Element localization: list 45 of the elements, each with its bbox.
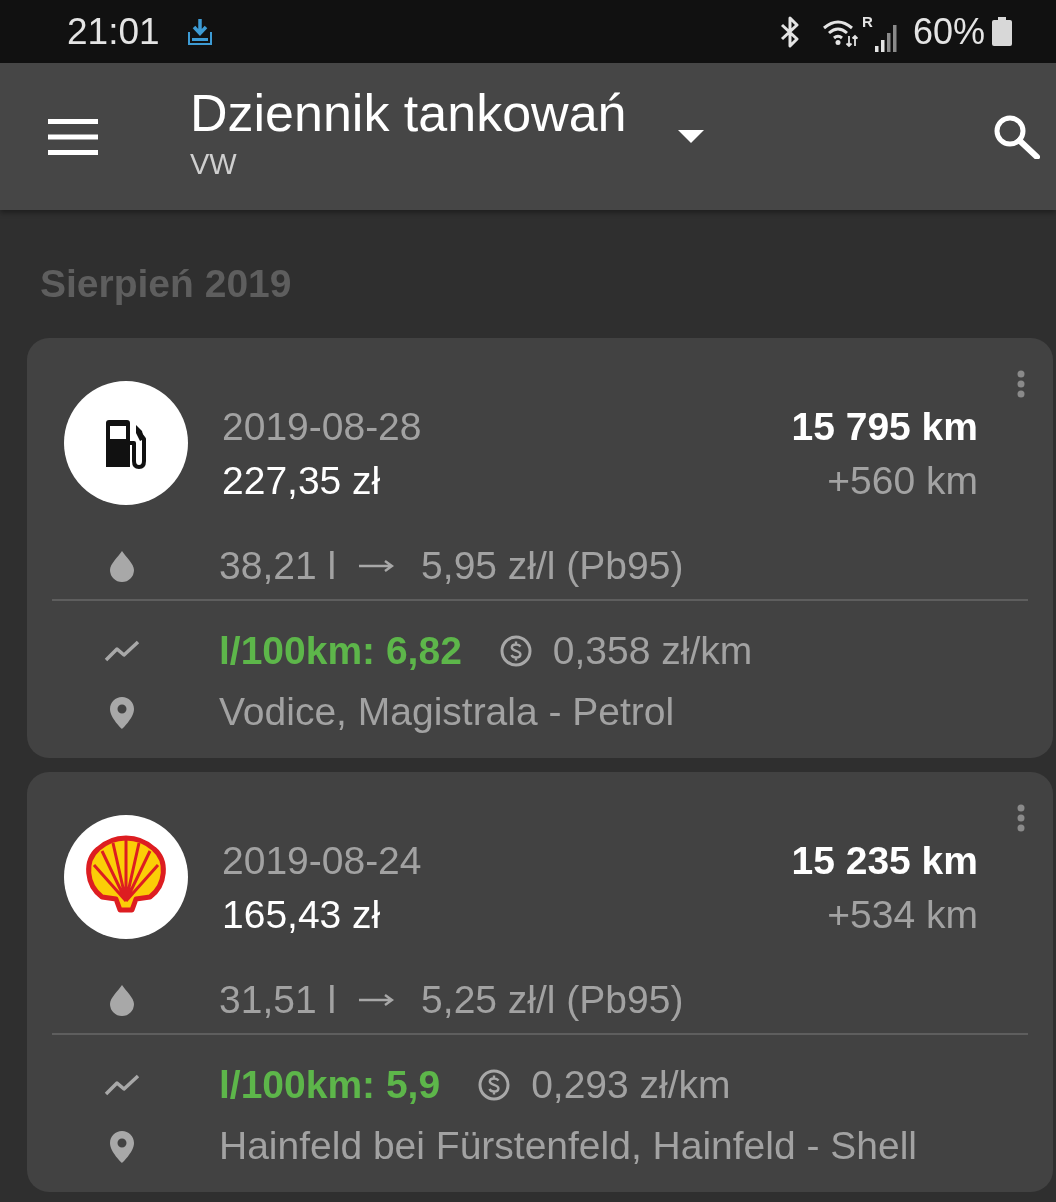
location-pin-icon [109, 1129, 135, 1163]
status-time: 21:01 [67, 11, 160, 52]
station-location: Hainfeld bei Fürstenfeld, Hainfeld - Shell [219, 1123, 918, 1169]
station-location: Vodice, Magistrala - Petrol [219, 689, 675, 735]
refuel-card[interactable]: 2019-08-24 165,43 zł 15 235 km +534 km 31,51 l 5,25 zł/l (Pb95) l/100km: 5,9 0,293 zł/km Hainfeld bei Fürstenfeld, Hainfeld - Shell [27, 772, 1053, 1192]
drop-icon [108, 550, 136, 582]
odometer-reading: 15 235 km [791, 838, 978, 884]
refuel-cost: 165,43 zł [222, 892, 381, 938]
dollar-coin-icon [499, 635, 532, 667]
distance-driven: +560 km [827, 458, 978, 504]
odometer-reading: 15 795 km [791, 404, 978, 450]
download-icon [186, 17, 213, 46]
dropdown-caret-icon[interactable] [678, 130, 705, 143]
fuel-pump-icon [64, 381, 188, 505]
refuel-card[interactable]: 2019-08-28 227,35 zł 15 795 km +560 km 38,21 l 5,95 zł/l (Pb95) l/100km: 6,82 0,358 zł/km Vodice, Magistrala - Petrol [27, 338, 1053, 758]
fuel-volume: 31,51 l [219, 977, 337, 1023]
dollar-coin-icon [478, 1069, 511, 1101]
arrow-icon [358, 559, 395, 573]
fuel-consumption: l/100km: 5,9 [219, 1062, 441, 1108]
app-title[interactable]: Dziennik tankowań [190, 84, 627, 142]
more-options-icon[interactable] [1017, 370, 1025, 398]
search-icon[interactable] [993, 114, 1040, 159]
distance-driven: +534 km [827, 892, 978, 938]
roaming-label: R [862, 13, 873, 30]
refuel-date: 2019-08-24 [222, 838, 422, 884]
refuel-date: 2019-08-28 [222, 404, 422, 450]
cost-per-km: 0,293 zł/km [531, 1062, 731, 1108]
drop-icon [108, 984, 136, 1016]
arrow-icon [358, 993, 395, 1007]
battery-icon [992, 17, 1012, 46]
fuel-consumption: l/100km: 6,82 [219, 628, 462, 674]
menu-icon[interactable] [48, 118, 98, 155]
unit-price: 5,25 zł/l (Pb95) [421, 977, 684, 1023]
signal-icon [874, 23, 897, 52]
scallop-shell-icon [64, 815, 188, 939]
trend-line-icon [104, 640, 140, 662]
cost-per-km: 0,358 zł/km [552, 628, 753, 674]
vehicle-subtitle: VW [190, 147, 237, 181]
unit-price: 5,95 zł/l (Pb95) [421, 543, 684, 589]
trend-line-icon [104, 1074, 140, 1096]
more-options-icon[interactable] [1017, 804, 1025, 832]
refuel-cost: 227,35 zł [222, 458, 381, 504]
fuel-volume: 38,21 l [219, 543, 337, 589]
location-pin-icon [109, 695, 135, 729]
battery-percent: 60% [912, 11, 985, 52]
